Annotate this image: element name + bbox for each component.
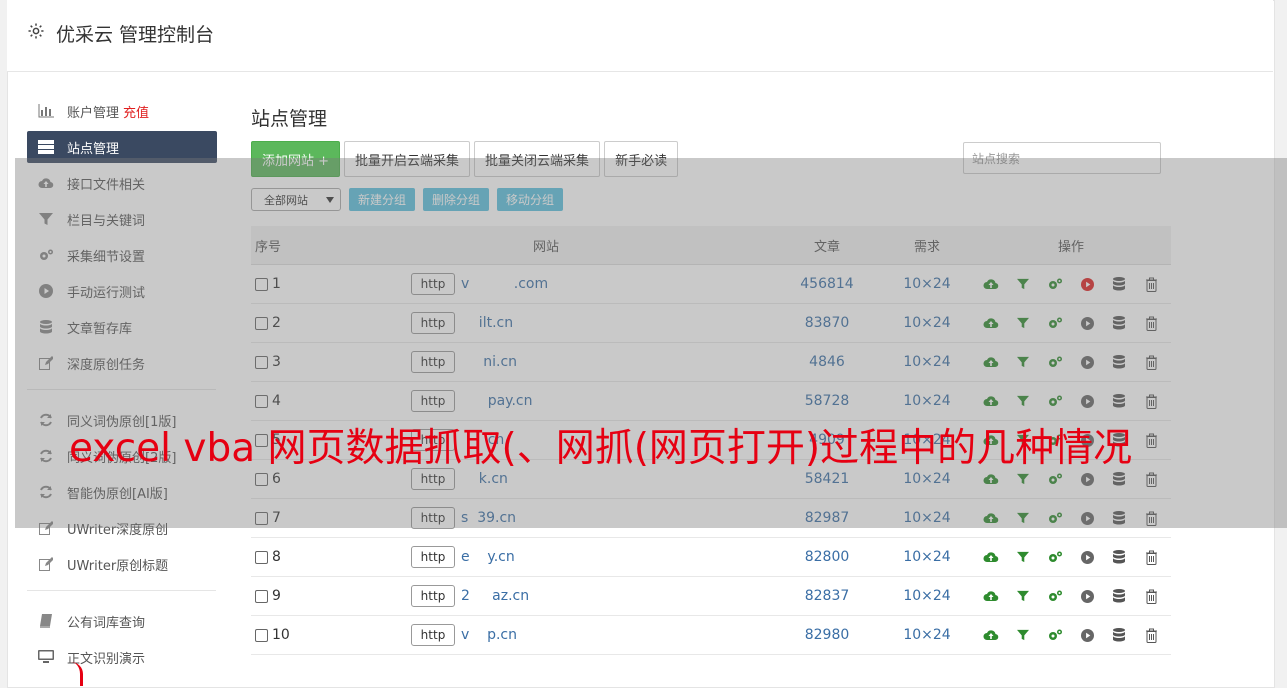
table-row: 10 http v p.cn 82980 10×24 <box>251 616 1171 655</box>
site-domain-link[interactable]: e y.cn <box>461 549 515 565</box>
row-number: 8 <box>272 549 281 565</box>
article-count-link[interactable]: 82837 <box>771 588 883 604</box>
page-title: 站点管理 <box>251 108 328 130</box>
protocol-badge: http <box>411 585 455 607</box>
sidebar-item-text-recognition[interactable]: 正文识别演示 <box>27 641 217 673</box>
overlay-caption: excel vba 网页数据抓取(、网抓(网页打开)过程中的几种情况 <box>69 426 1133 471</box>
row-checkbox[interactable] <box>255 589 268 603</box>
sidebar-item-label: UWriter原创标题 <box>67 558 169 574</box>
filter-icon[interactable] <box>1015 588 1032 605</box>
edit-icon <box>38 556 54 572</box>
row-number: 10 <box>272 627 290 643</box>
top-bar: 优采云 管理控制台 <box>7 0 1273 72</box>
site-domain-link[interactable]: 2 az.cn <box>461 588 529 604</box>
article-count-link[interactable]: 82800 <box>771 549 883 565</box>
row-ops <box>971 588 1171 605</box>
sidebar-divider <box>27 590 216 591</box>
trash-icon[interactable] <box>1143 588 1160 605</box>
sidebar-item-label: 正文识别演示 <box>67 651 146 667</box>
play-circle-icon[interactable] <box>1079 627 1096 644</box>
row-site: http 2 az.cn <box>331 585 771 607</box>
sidebar-item-account[interactable]: 账户管理 充值 <box>27 95 217 127</box>
row-number: 9 <box>272 588 281 604</box>
row-checkbox[interactable] <box>255 550 268 564</box>
gear-icon <box>28 23 44 39</box>
demand-link[interactable]: 10×24 <box>883 588 971 604</box>
row-checkbox[interactable] <box>255 628 268 642</box>
row-site: http e y.cn <box>331 546 771 568</box>
gears-icon[interactable] <box>1047 549 1064 566</box>
trash-icon[interactable] <box>1143 549 1160 566</box>
sidebar-item-label: 账户管理 <box>67 105 120 121</box>
protocol-badge: http <box>411 546 455 568</box>
app-title: 优采云 管理控制台 <box>56 24 215 46</box>
row-ops <box>971 627 1171 644</box>
sidebar-item-lexicon[interactable]: 公有词库查询 <box>27 605 217 637</box>
server-icon <box>38 139 54 155</box>
trash-icon[interactable] <box>1143 627 1160 644</box>
play-circle-icon[interactable] <box>1079 588 1096 605</box>
demand-link[interactable]: 10×24 <box>883 627 971 643</box>
cloud-upload-icon[interactable] <box>983 549 1000 566</box>
play-circle-icon[interactable] <box>1079 549 1096 566</box>
row-no: 9 <box>251 588 331 604</box>
desktop-icon <box>38 649 54 665</box>
row-no: 8 <box>251 549 331 565</box>
table-row: 8 http e y.cn 82800 10×24 <box>251 538 1171 577</box>
protocol-badge: http <box>411 624 455 646</box>
table-row: 9 http 2 az.cn 82837 10×24 <box>251 577 1171 616</box>
row-site: http v p.cn <box>331 624 771 646</box>
bar-chart-icon <box>38 103 54 119</box>
gears-icon[interactable] <box>1047 627 1064 644</box>
book-icon <box>38 613 54 629</box>
gears-icon[interactable] <box>1047 588 1064 605</box>
database-icon[interactable] <box>1111 588 1128 605</box>
cloud-upload-icon[interactable] <box>983 627 1000 644</box>
sidebar-item-uwriter-title[interactable]: UWriter原创标题 <box>27 548 217 580</box>
database-icon[interactable] <box>1111 627 1128 644</box>
filter-icon[interactable] <box>1015 549 1032 566</box>
filter-icon[interactable] <box>1015 627 1032 644</box>
row-ops <box>971 549 1171 566</box>
sidebar-item-label: 公有词库查询 <box>67 615 146 631</box>
article-count-link[interactable]: 82980 <box>771 627 883 643</box>
sidebar-item-label: 站点管理 <box>67 141 120 157</box>
recharge-link[interactable]: 充值 <box>123 102 149 121</box>
cloud-upload-icon[interactable] <box>983 588 1000 605</box>
row-no: 10 <box>251 627 331 643</box>
main-content: 站点管理 添加网站 + 批量开启云端采集 批量关闭云端采集 新手必读 站点搜索 … <box>251 100 1171 655</box>
demand-link[interactable]: 10×24 <box>883 549 971 565</box>
site-domain-link[interactable]: v p.cn <box>461 627 517 643</box>
database-icon[interactable] <box>1111 549 1128 566</box>
